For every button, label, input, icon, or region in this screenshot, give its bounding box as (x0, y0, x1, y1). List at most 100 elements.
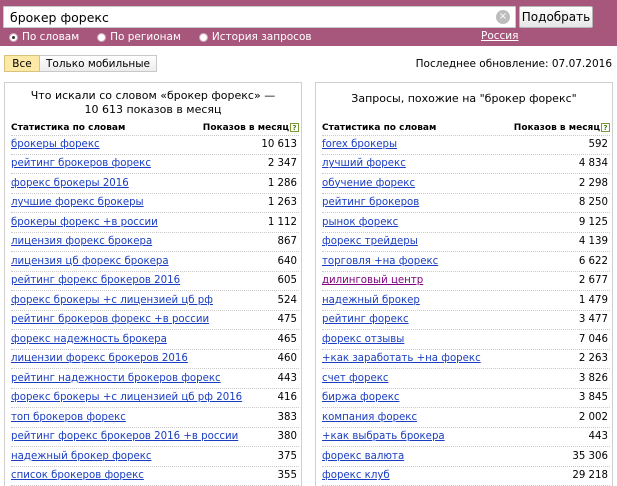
table-row: forex брокеры 592 (322, 135, 610, 155)
table-row: форекс брокеры 2016 1 286 (11, 174, 299, 194)
table-row: брокеры форекс 10 613 (11, 135, 299, 155)
phrase-link[interactable]: компания форекс (322, 412, 417, 423)
phrase-link[interactable]: форекс брокеры 2016 (11, 178, 129, 189)
phrase-link[interactable]: форекс валюта (322, 451, 404, 462)
table-row: торговля +на форекс 6 622 (322, 252, 610, 272)
phrase-link[interactable]: +как выбрать брокера (322, 431, 445, 442)
impressions-count: 4 834 (578, 158, 608, 170)
table-row: форекс отзывы 7 046 (322, 330, 610, 350)
impressions-count: 9 125 (578, 216, 608, 228)
impressions-count: 29 218 (572, 470, 608, 482)
column-header-count: Показов в месяц? (203, 121, 299, 135)
radio-icon[interactable] (198, 32, 208, 42)
phrase-link[interactable]: дилинговый центр (322, 275, 423, 286)
table-row: рейтинг форекс брокеров 2016 605 (11, 272, 299, 291)
phrase-link[interactable]: рейтинг брокеров форекс (11, 158, 151, 169)
phrase-link[interactable]: топ брокеров форекс (11, 412, 126, 423)
phrase-link[interactable]: форекс брокеры +с лицензией цб рф (11, 295, 213, 306)
impressions-count: 465 (277, 333, 297, 345)
table-body: forex брокеры 592 лучший форекс 4 834 обучен… (322, 135, 610, 486)
radio-icon[interactable] (9, 32, 18, 42)
impressions-count: 416 (277, 392, 297, 404)
search-bar: брокер форекс × Подобрать По словам По р… (0, 0, 617, 46)
phrase-link[interactable]: лицензия цб форекс брокера (11, 256, 169, 267)
phrase-link[interactable]: брокеры форекс (11, 139, 100, 150)
impressions-count: 640 (277, 255, 297, 267)
phrase-link[interactable]: брокеры форекс +в россии (11, 217, 158, 228)
mode-label: История запросов (211, 31, 312, 43)
radio-icon[interactable] (97, 32, 107, 42)
impressions-count: 35 306 (572, 450, 608, 462)
phrase-link[interactable]: forex брокеры (322, 139, 397, 150)
left-panel: Что искали со словом «брокер форекс» — 1… (4, 82, 302, 486)
phrase-link[interactable]: форекс клуб (322, 470, 390, 481)
phrase-link[interactable]: форекс надежность брокера (11, 334, 167, 345)
tab-mobile-only[interactable]: Только мобильные (40, 55, 158, 72)
table-row: надежный брокер 1 479 (322, 291, 610, 311)
table-header: Статистика по словам Показов в месяц? (322, 121, 610, 135)
phrase-link[interactable]: рейтинг форекс брокеров 2016 +в россии (11, 431, 238, 442)
table-row: +как заработать +на форекс 2 263 (322, 350, 610, 369)
table-row: рейтинг брокеров форекс 2 347 (11, 155, 299, 174)
mode-by-words[interactable]: По словам (9, 31, 79, 43)
impressions-count: 605 (277, 275, 297, 287)
impressions-count: 1 286 (267, 177, 297, 189)
help-icon[interactable]: ? (290, 123, 299, 132)
impressions-count: 2 263 (578, 353, 608, 365)
table-row: надежный брокер форекс 375 (11, 447, 299, 467)
phrase-link[interactable]: форекс брокеры +с лицензией цб рф 2016 (11, 392, 242, 403)
phrase-link[interactable]: лицензия форекс брокера (11, 236, 152, 247)
table-row: рейтинг форекс 3 477 (322, 311, 610, 330)
mode-by-regions[interactable]: По регионам (97, 31, 181, 43)
phrase-link[interactable]: биржа форекс (322, 392, 399, 403)
phrase-link[interactable]: лучший форекс (322, 158, 406, 169)
phrase-link[interactable]: обучение форекс (322, 178, 415, 189)
impressions-count: 7 046 (578, 333, 608, 345)
phrase-link[interactable]: список брокеров форекс (11, 470, 144, 481)
column-header-count: Показов в месяц? (514, 121, 610, 135)
mode-label: По регионам (110, 31, 181, 43)
region-link[interactable]: Россия (481, 30, 518, 42)
phrase-link[interactable]: лучшие форекс брокеры (11, 197, 144, 208)
phrase-link[interactable]: рейтинг надежности брокеров форекс (11, 373, 221, 384)
impressions-count: 3 477 (578, 314, 608, 326)
search-input[interactable]: брокер форекс (3, 6, 516, 28)
mode-history[interactable]: История запросов (198, 31, 312, 43)
phrase-link[interactable]: рейтинг форекс брокеров 2016 (11, 275, 180, 286)
impressions-count: 592 (588, 139, 608, 151)
phrase-link[interactable]: форекс отзывы (322, 334, 404, 345)
impressions-count: 2 002 (578, 411, 608, 423)
impressions-count: 2 298 (578, 177, 608, 189)
impressions-count: 475 (277, 314, 297, 326)
table-row: рынок форекс 9 125 (322, 213, 610, 233)
clear-icon[interactable]: × (496, 10, 510, 24)
phrase-link[interactable]: надежный брокер форекс (11, 451, 152, 462)
phrase-link[interactable]: рынок форекс (322, 217, 398, 228)
impressions-count: 1 479 (578, 294, 608, 306)
phrase-link[interactable]: рейтинг брокеров форекс +в россии (11, 314, 209, 325)
table-row: лицензия форекс брокера 867 (11, 233, 299, 252)
table-header: Статистика по словам Показов в месяц? (11, 121, 299, 135)
phrase-link[interactable]: надежный брокер (322, 295, 420, 306)
table-row: рейтинг надежности брокеров форекс 443 (11, 369, 299, 389)
impressions-count: 10 613 (261, 139, 297, 151)
phrase-link[interactable]: счет форекс (322, 373, 389, 384)
impressions-count: 3 826 (578, 372, 608, 384)
impressions-count: 443 (277, 372, 297, 384)
mode-label: По словам (22, 31, 80, 43)
tab-all[interactable]: Все (4, 55, 40, 72)
help-icon[interactable]: ? (601, 123, 610, 132)
impressions-count: 524 (277, 294, 297, 306)
phrase-link[interactable]: торговля +на форекс (322, 256, 438, 267)
right-panel: Запросы, похожие на "брокер форекс" Стат… (315, 82, 613, 486)
search-button[interactable]: Подобрать (519, 6, 593, 28)
table-row: рейтинг брокеров форекс +в россии 475 (11, 311, 299, 330)
table-row: форекс клуб 29 218 (322, 467, 610, 486)
phrase-link[interactable]: форекс трейдеры (322, 236, 418, 247)
phrase-link[interactable]: лицензии форекс брокеров 2016 (11, 353, 188, 364)
table-row: брокеры форекс +в россии 1 112 (11, 213, 299, 233)
phrase-link[interactable]: +как заработать +на форекс (322, 353, 481, 364)
impressions-count: 3 845 (578, 392, 608, 404)
phrase-link[interactable]: рейтинг брокеров (322, 197, 419, 208)
phrase-link[interactable]: рейтинг форекс (322, 314, 409, 325)
